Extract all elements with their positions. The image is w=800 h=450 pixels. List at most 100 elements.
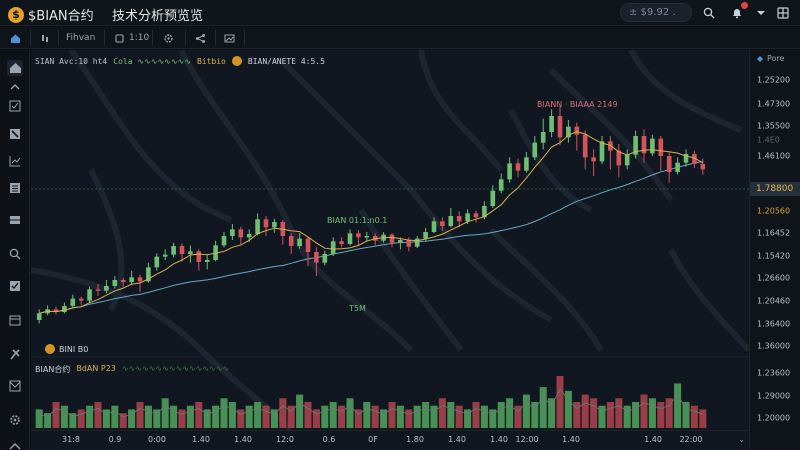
chart-panel[interactable]: SIAN Avc:10 ht4 Cola ∿∿∿∿∿∿∿∿ Bitbio BIA… [31,50,749,450]
calendar-icon[interactable] [7,312,23,328]
volume-legend-value: BdAN P23 [76,364,116,373]
toolbar-divider [104,30,105,46]
candle [364,232,370,241]
tools-icon[interactable] [7,346,23,362]
candle-body [129,277,134,282]
toolbar-timer-button[interactable]: 1:10 [114,30,149,46]
candle [230,224,235,240]
volume-bar [506,398,514,428]
time-axis[interactable]: 31:8 0.9 0:00 1.40 1.40 12:0 0.6 0F 1.80… [31,430,749,450]
checklist-icon[interactable] [7,98,23,114]
volume-bar [413,405,421,428]
candle-body [137,277,143,282]
toolbar-snapshot-button[interactable] [224,30,235,46]
toolbar-candles-button[interactable] [40,30,51,46]
volume-bar [455,405,463,428]
chart-icon[interactable] [7,153,23,169]
balance-search-box[interactable]: ± $9.92 . [620,3,692,22]
price-axis-title: Pore [767,54,785,63]
candle [473,210,479,223]
time-axis-label: 1.40 [644,435,662,444]
volume-bar [296,394,304,428]
price-axis-header[interactable]: Pore [756,54,784,63]
timer-icon [115,33,124,43]
toolbar-divider [30,30,31,46]
drawer-icon[interactable] [7,212,23,228]
volume-bar [657,402,665,428]
candle [549,109,554,138]
candle-body [188,251,193,254]
volume-bar [136,402,144,428]
volume-bar [388,402,396,428]
grid-icon[interactable] [7,438,23,450]
volume-legend-wave: ∿∿∿∿∿∿∿∿∿∿∿∿∿∿∿∿ [121,364,230,373]
toolbar-home-button[interactable] [10,30,21,46]
volume-bar [60,405,68,428]
annotation-top: BIANN · BIAAA 2149 [537,100,618,109]
time-axis-label: 12:00 [515,435,539,444]
candle [62,302,67,314]
legend-ma2: Bitbio [196,56,226,66]
search-icon[interactable] [7,246,23,262]
brand[interactable]: $ $BIAN合约 [8,5,94,24]
volume-bar [430,405,438,428]
legend-symbol: SIAN Avc:10 ht4 [35,56,108,66]
toolbar-share-button[interactable] [195,30,206,46]
toolbar-settings-button[interactable] [163,30,174,46]
candle [171,242,176,258]
candle [36,309,42,324]
time-axis-label: 1.40 [448,435,466,444]
candle-body [532,142,538,158]
annotation-mid: BIAN 01:1:n0.1 [327,216,388,225]
toolbar-divider [152,30,153,46]
toolbar-divider [58,30,59,46]
price-axis-label: 1.16452 [757,228,791,238]
toolbar-interval-button[interactable]: Fihvan [66,30,95,46]
candle [322,250,328,266]
notification-bell-icon[interactable] [728,2,748,22]
candle [45,305,50,316]
search-icon[interactable] [700,4,718,22]
volume-bar [447,402,455,428]
volume-bar [480,405,488,428]
volume-bar [228,402,236,428]
volume-bar [699,409,707,428]
candle [650,134,655,156]
user-menu-icon[interactable] [774,4,792,22]
share-icon [196,33,205,43]
check-icon[interactable] [7,278,23,294]
list-icon[interactable] [7,180,23,196]
volume-bar [472,402,480,428]
candle [87,286,92,303]
page-title: 技术分析预览览 [112,9,204,24]
legend-ticker: BIAN/ANETE 4:5.5 [247,56,325,66]
candle [70,294,76,308]
volume-bar [77,409,85,428]
volume-bar [682,402,690,428]
price-axis-label: 1.29000 [757,391,791,401]
candle [633,130,638,159]
bookmark-icon[interactable] [7,126,23,142]
price-axis[interactable]: Pore 1.25200 1.47300 1.35500 1.4E0 1.461… [749,50,800,450]
candle [280,220,286,245]
time-axis-label: 1.40 [490,435,508,444]
volume-bar [606,402,614,428]
candle [616,144,622,178]
candle-body [36,313,42,320]
gear-icon[interactable] [7,412,23,428]
chart-toolbar: Fihvan 1:10 [0,27,800,49]
chevron-down-icon[interactable] [752,4,770,22]
candle [238,226,244,244]
candle [389,233,395,248]
sidebar-home-icon[interactable] [7,60,23,76]
candle-body [448,216,454,226]
candle-body [398,240,403,243]
candle-body [650,138,655,154]
mail-icon[interactable] [7,378,23,394]
chevron-down-icon[interactable]: ⌄ [738,435,745,444]
volume-bar [321,405,329,428]
candle-body [356,233,361,238]
chevron-up-icon[interactable] [7,78,23,94]
home-icon [11,34,20,43]
watermark: BINI B0 [45,344,88,354]
